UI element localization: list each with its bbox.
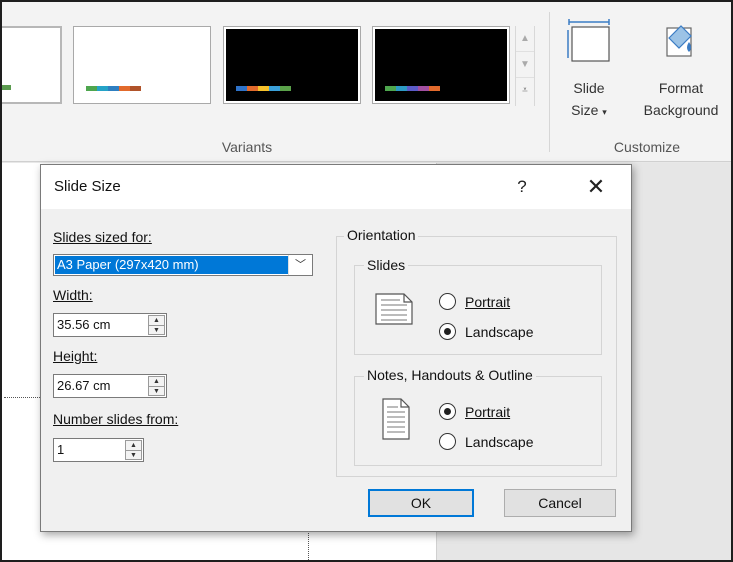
notes-portrait-label: Portrait xyxy=(465,404,511,420)
variant-thumbnail-1[interactable] xyxy=(73,26,211,104)
dialog-title: Slide Size xyxy=(54,178,121,195)
slides-landscape-radio[interactable]: Landscape xyxy=(439,322,534,342)
width-label: Width: xyxy=(53,287,93,303)
scroll-down-icon[interactable]: ▼ xyxy=(516,52,534,78)
spin-down-icon[interactable]: ▼ xyxy=(149,387,164,397)
chevron-down-icon[interactable]: ﹀ xyxy=(288,255,312,275)
customize-group-label: Customize xyxy=(613,139,681,155)
swatch xyxy=(385,86,396,91)
swatch xyxy=(130,86,141,91)
scroll-up-icon[interactable]: ▲ xyxy=(516,26,534,52)
number-slides-from-stepper[interactable]: 1 ▲ ▼ xyxy=(53,438,144,462)
swatch xyxy=(269,86,280,91)
swatch xyxy=(396,86,407,91)
slides-sized-for-dropdown[interactable]: A3 Paper (297x420 mm) ﹀ xyxy=(53,254,313,276)
number-slides-from-label: Number slides from: xyxy=(53,411,179,427)
swatch xyxy=(2,85,11,90)
slides-portrait-radio[interactable]: Portrait xyxy=(439,292,510,312)
width-spin-buttons[interactable]: ▲ ▼ xyxy=(148,315,165,335)
height-value[interactable]: 26.67 cm xyxy=(57,378,110,393)
height-label: Height: xyxy=(53,348,98,364)
help-button[interactable]: ? xyxy=(509,174,535,200)
spin-down-icon[interactable]: ▼ xyxy=(149,326,164,336)
cancel-button[interactable]: Cancel xyxy=(504,489,616,517)
slide-size-label-2-wrap: Size ▾ xyxy=(560,100,618,122)
slide-size-dialog: Slide Size ? ✕ Slides sized for: A3 Pape… xyxy=(40,164,632,532)
notes-portrait-radio[interactable]: Portrait xyxy=(439,402,510,422)
chevron-down-icon: ▾ xyxy=(602,107,607,117)
variants-gallery-scroll[interactable]: ▲ ▼ ⩡ xyxy=(515,26,535,106)
spin-up-icon[interactable]: ▲ xyxy=(149,316,164,326)
height-stepper[interactable]: 26.67 cm ▲ ▼ xyxy=(53,374,167,398)
spin-up-icon[interactable]: ▲ xyxy=(126,441,141,451)
slides-sized-for-value: A3 Paper (297x420 mm) xyxy=(55,256,288,274)
close-button[interactable]: ✕ xyxy=(582,173,610,201)
slides-portrait-label: Portrait xyxy=(465,294,511,310)
swatch xyxy=(429,86,440,91)
swatch xyxy=(280,86,291,91)
slide-size-icon xyxy=(567,19,610,62)
width-value[interactable]: 35.56 cm xyxy=(57,317,110,332)
dialog-titlebar[interactable]: Slide Size ? ✕ xyxy=(41,165,631,209)
notes-group-label: Notes, Handouts & Outline xyxy=(364,367,536,383)
portrait-page-icon xyxy=(382,398,410,440)
format-bg-label-2: Background xyxy=(643,102,719,118)
notes-landscape-radio[interactable]: Landscape xyxy=(439,432,534,452)
format-background-icon xyxy=(666,25,692,57)
swatch xyxy=(418,86,429,91)
slides-group-label: Slides xyxy=(364,257,409,273)
orientation-label: Orientation xyxy=(344,227,419,243)
height-spin-buttons[interactable]: ▲ ▼ xyxy=(148,376,165,396)
radio-circle[interactable] xyxy=(439,433,456,450)
format-background-button[interactable]: Format Background xyxy=(629,16,731,130)
radio-circle[interactable] xyxy=(439,323,456,340)
slide-size-label-1: Slide xyxy=(573,80,605,96)
swatch xyxy=(247,86,258,91)
slide-size-label-2: Size xyxy=(571,102,599,118)
swatch xyxy=(86,86,97,91)
swatch xyxy=(236,86,247,91)
variants-group-label: Variants xyxy=(221,139,273,155)
variant-thumbnail-2[interactable] xyxy=(223,26,361,104)
swatch xyxy=(108,86,119,91)
spin-down-icon[interactable]: ▼ xyxy=(126,451,141,461)
number-slides-from-value[interactable]: 1 xyxy=(57,442,64,457)
guide-line-horizontal xyxy=(4,397,42,398)
gallery-more-icon[interactable]: ⩡ xyxy=(516,78,534,104)
swatch xyxy=(97,86,108,91)
variant-thumbnail-3[interactable] xyxy=(372,26,510,104)
variant-thumbnail-0[interactable] xyxy=(2,26,62,104)
notes-landscape-label: Landscape xyxy=(465,434,534,450)
ok-button[interactable]: OK xyxy=(368,489,474,517)
width-stepper[interactable]: 35.56 cm ▲ ▼ xyxy=(53,313,167,337)
swatch xyxy=(258,86,269,91)
design-ribbon: ▲ ▼ ⩡ Variants Slide Size ▾ Format Backg… xyxy=(2,2,731,162)
slides-sized-for-label: Slides sized for: xyxy=(53,229,152,245)
swatch xyxy=(119,86,130,91)
radio-circle[interactable] xyxy=(439,293,456,310)
powerpoint-window: ▲ ▼ ⩡ Variants Slide Size ▾ Format Backg… xyxy=(0,0,733,562)
group-separator xyxy=(549,12,550,152)
slide-size-button[interactable]: Slide Size ▾ xyxy=(560,16,618,130)
number-spin-buttons[interactable]: ▲ ▼ xyxy=(125,440,142,460)
landscape-page-icon xyxy=(375,293,413,325)
slides-landscape-label: Landscape xyxy=(465,324,534,340)
spin-up-icon[interactable]: ▲ xyxy=(149,377,164,387)
swatch xyxy=(407,86,418,91)
format-bg-label-1: Format xyxy=(658,80,704,96)
radio-circle[interactable] xyxy=(439,403,456,420)
